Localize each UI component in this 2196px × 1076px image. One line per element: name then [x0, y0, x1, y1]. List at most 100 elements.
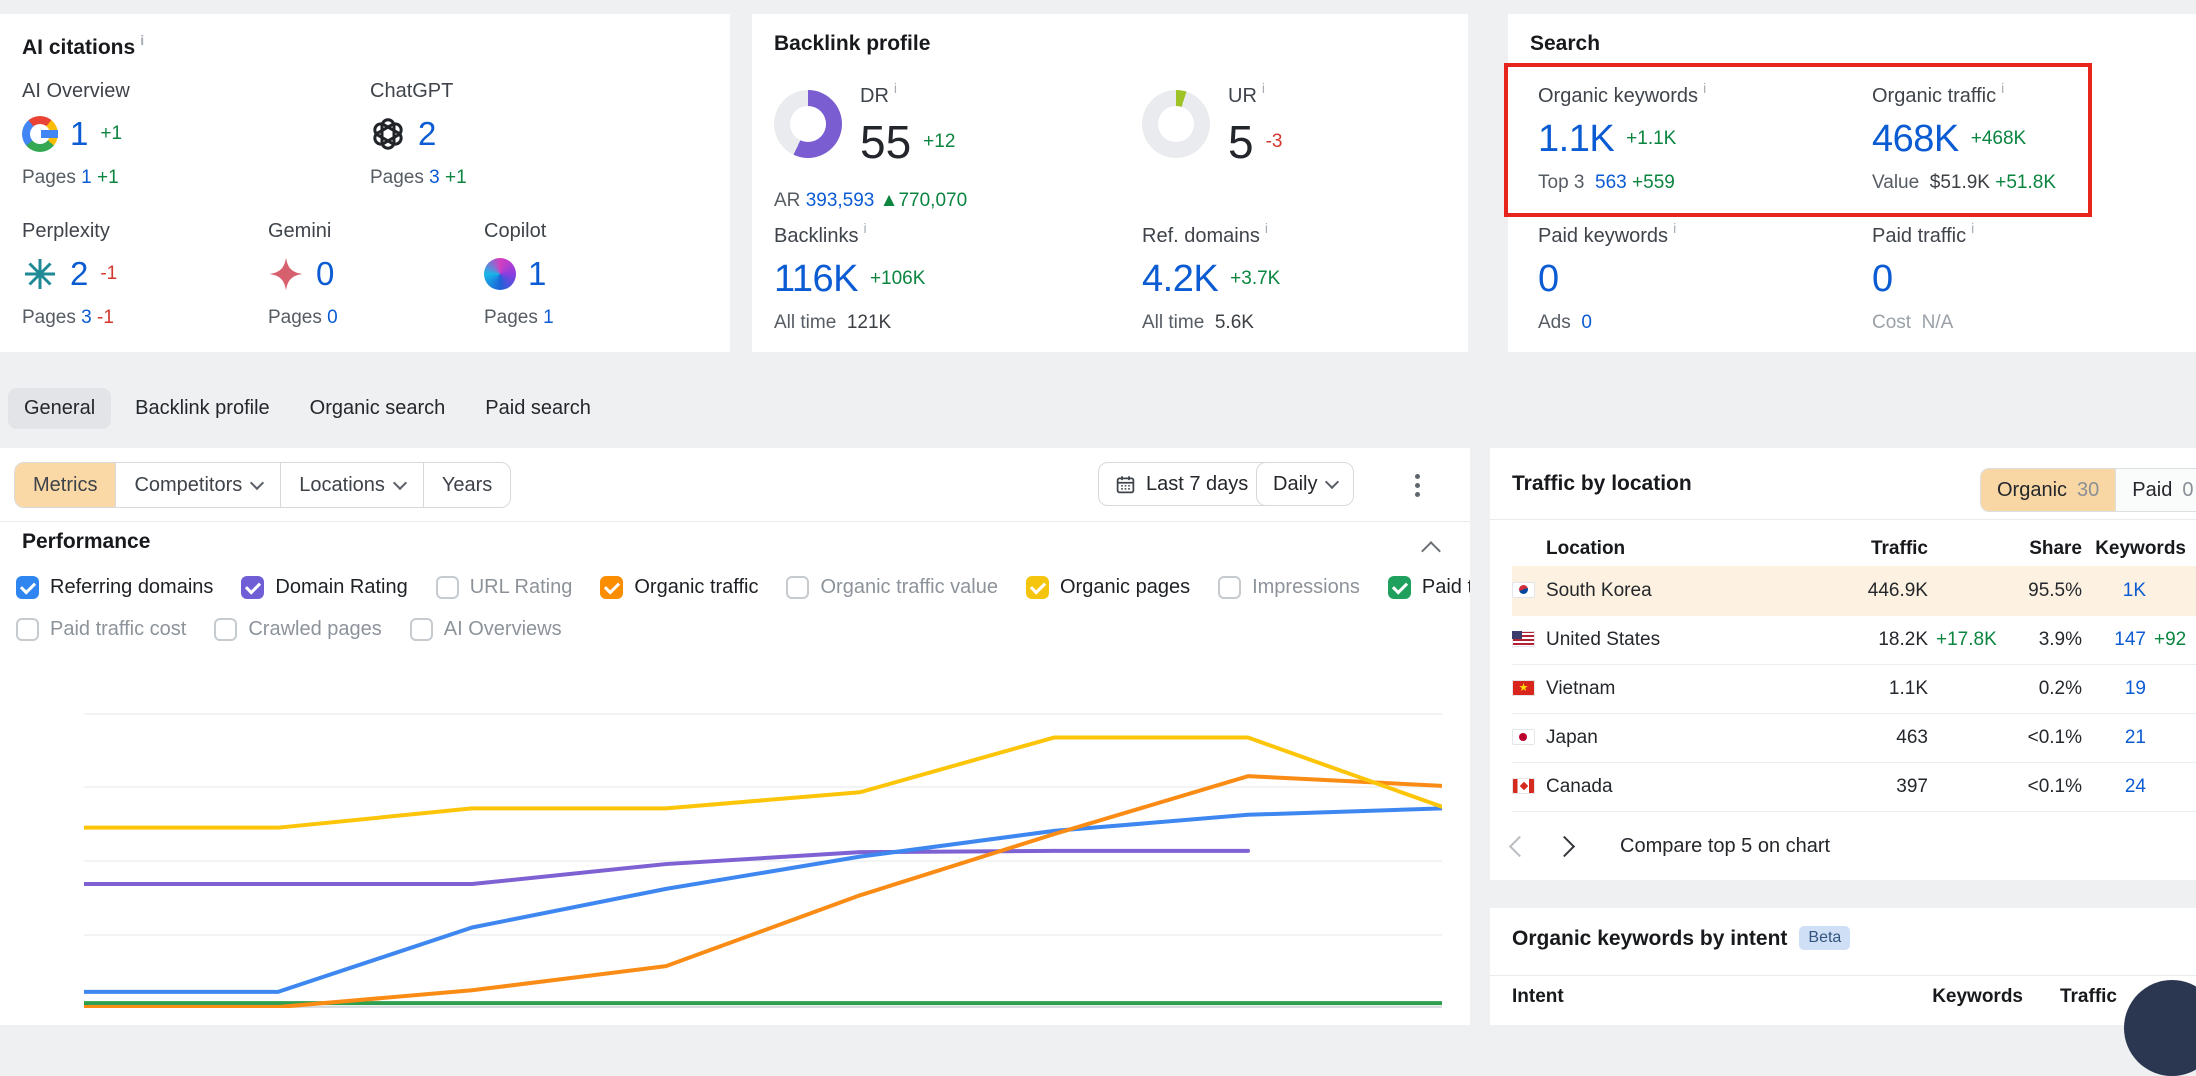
calendar-icon	[1115, 474, 1136, 495]
info-icon[interactable]	[1257, 85, 1265, 107]
toggle-paid[interactable]: Paid0	[2115, 469, 2196, 511]
table-row-japan[interactable]: Japan 463 <0.1% 21	[1512, 713, 2196, 763]
info-icon[interactable]	[1668, 225, 1676, 247]
copilot-value: 1	[528, 255, 546, 293]
chart-line-organic-traffic	[84, 776, 1442, 1007]
table-row-canada[interactable]: Canada 397 <0.1% 24	[1512, 762, 2196, 812]
keywords-link[interactable]: 24	[2082, 776, 2146, 798]
metric-url-rating[interactable]: URL Rating	[436, 576, 573, 599]
ai-citations-title: AI citations	[22, 32, 144, 60]
backlink-profile-card: Backlink profile DR 55 +12 AR 393,593 ▲7…	[752, 14, 1468, 352]
granularity-dropdown[interactable]: Daily	[1256, 462, 1354, 506]
checkbox	[214, 618, 237, 641]
chevron-down-icon	[393, 476, 407, 490]
location-table-header: Location Traffic Share Keywords	[1512, 532, 2196, 566]
japan-flag	[1512, 729, 1535, 745]
google-icon	[22, 116, 58, 152]
organic-traffic-value[interactable]: 468K	[1872, 118, 1959, 161]
metric-crawled-pages[interactable]: Crawled pages	[214, 618, 381, 641]
collapse-chevron-icon[interactable]	[1421, 541, 1441, 561]
paid-keywords-stat: Paid keywords 0 Ads 0	[1538, 220, 1676, 334]
perplexity-stat: Perplexity 2 -1 Pages 3 -1	[22, 220, 117, 329]
metric-ai-overviews[interactable]: AI Overviews	[410, 618, 562, 641]
keywords-link[interactable]: 1K	[2082, 580, 2146, 602]
metric-referring-domains[interactable]: Referring domains	[16, 576, 213, 599]
checkbox	[600, 576, 623, 599]
keywords-link[interactable]: 19	[2082, 678, 2146, 700]
ur-value: 5	[1228, 115, 1254, 169]
table-row-vietnam[interactable]: Vietnam 1.1K 0.2% 19	[1512, 664, 2196, 714]
backlinks-value[interactable]: 116K	[774, 258, 858, 301]
metric-paid-traffic-cost[interactable]: Paid traffic cost	[16, 618, 186, 641]
metric-toggles-row-2: Paid traffic cost Crawled pages AI Overv…	[16, 618, 562, 641]
perplexity-value: 2	[70, 255, 88, 293]
prev-page-icon[interactable]	[1509, 835, 1530, 856]
chatgpt-value: 2	[418, 115, 436, 153]
keywords-link[interactable]: 147	[2082, 629, 2146, 651]
compare-top5-link[interactable]: Compare top 5 on chart	[1620, 835, 1830, 858]
checkbox	[16, 576, 39, 599]
backlinks-stat: Backlinks 116K +106K All time 121K	[774, 220, 925, 334]
copilot-icon	[484, 258, 516, 290]
chevron-down-icon	[250, 476, 264, 490]
info-icon[interactable]	[889, 85, 897, 107]
info-icon[interactable]	[1260, 225, 1268, 247]
ref-domains-stat: Ref. domains 4.2K +3.7K All time 5.6K	[1142, 220, 1280, 334]
metric-organic-traffic[interactable]: Organic traffic	[600, 576, 758, 599]
search-title: Search	[1530, 32, 1600, 56]
info-icon[interactable]	[1996, 85, 2004, 107]
organic-paid-toggle: Organic30 Paid0	[1980, 468, 2196, 512]
years-button[interactable]: Years	[424, 463, 510, 507]
paid-keywords-value: 0	[1538, 258, 1559, 301]
info-icon[interactable]	[135, 36, 144, 59]
metric-impressions[interactable]: Impressions	[1218, 576, 1360, 599]
intent-table-header: Intent Keywords Traffic	[1512, 986, 2196, 1020]
toggle-organic[interactable]: Organic30	[1981, 469, 2115, 511]
tab-general[interactable]: General	[8, 388, 111, 429]
checkbox	[786, 576, 809, 599]
metric-organic-pages[interactable]: Organic pages	[1026, 576, 1190, 599]
more-options-icon[interactable]	[1404, 470, 1430, 500]
organic-keywords-value[interactable]: 1.1K	[1538, 118, 1614, 161]
dr-value: 55	[860, 115, 911, 169]
ur-stat: UR 5 -3	[1228, 80, 1283, 168]
gemini-icon	[268, 256, 304, 292]
info-icon[interactable]	[858, 225, 866, 247]
tab-paid-search[interactable]: Paid search	[469, 388, 607, 429]
ar-line: AR 393,593 ▲770,070	[774, 190, 967, 212]
next-page-icon[interactable]	[1554, 835, 1575, 856]
metric-organic-traffic-value[interactable]: Organic traffic value	[786, 576, 998, 599]
tab-backlink-profile[interactable]: Backlink profile	[119, 388, 286, 429]
metrics-button[interactable]: Metrics	[15, 463, 116, 507]
metric-domain-rating[interactable]: Domain Rating	[241, 576, 407, 599]
paid-traffic-value: 0	[1872, 258, 1893, 301]
info-icon[interactable]	[1698, 85, 1706, 107]
traffic-by-location-title: Traffic by location	[1512, 472, 1692, 496]
beta-badge: Beta	[1799, 926, 1850, 950]
performance-title: Performance	[22, 530, 150, 554]
metric-paid-traffic[interactable]: Paid traffic	[1388, 576, 1470, 599]
checkbox	[16, 618, 39, 641]
ur-donut-chart	[1142, 90, 1210, 158]
keywords-link[interactable]: 21	[2082, 727, 2146, 749]
organic-keywords-stat: Organic keywords 1.1K +1.1K Top 3 563 +5…	[1538, 80, 1706, 194]
chatgpt-icon	[370, 116, 406, 152]
traffic-by-location-panel: Traffic by location Organic30 Paid0 Loca…	[1490, 448, 2196, 880]
vietnam-flag	[1512, 680, 1535, 696]
competitors-dropdown[interactable]: Competitors	[116, 463, 281, 507]
dr-stat: DR 55 +12	[860, 80, 955, 168]
backlink-profile-title: Backlink profile	[774, 32, 930, 56]
search-card: Search Organic keywords 1.1K +1.1K Top 3…	[1508, 14, 2196, 352]
checkbox	[241, 576, 264, 599]
table-row-south-korea[interactable]: South Korea 446.9K 95.5% 1K	[1512, 566, 2196, 616]
checkbox	[436, 576, 459, 599]
overview-panel: Metrics Competitors Locations Years Last…	[0, 448, 1470, 1025]
chart-line-referring-domains	[84, 808, 1442, 992]
info-icon[interactable]	[1966, 225, 1974, 247]
paid-traffic-stat: Paid traffic 0 Cost N/A	[1872, 220, 1974, 334]
table-row-united-states[interactable]: United States 18.2K +17.8K 3.9% 147 +92	[1512, 615, 2196, 665]
ref-domains-value[interactable]: 4.2K	[1142, 258, 1218, 301]
keywords-by-intent-panel: Organic keywords by intentBeta Intent Ke…	[1490, 908, 2196, 1025]
tab-organic-search[interactable]: Organic search	[294, 388, 462, 429]
locations-dropdown[interactable]: Locations	[281, 463, 424, 507]
